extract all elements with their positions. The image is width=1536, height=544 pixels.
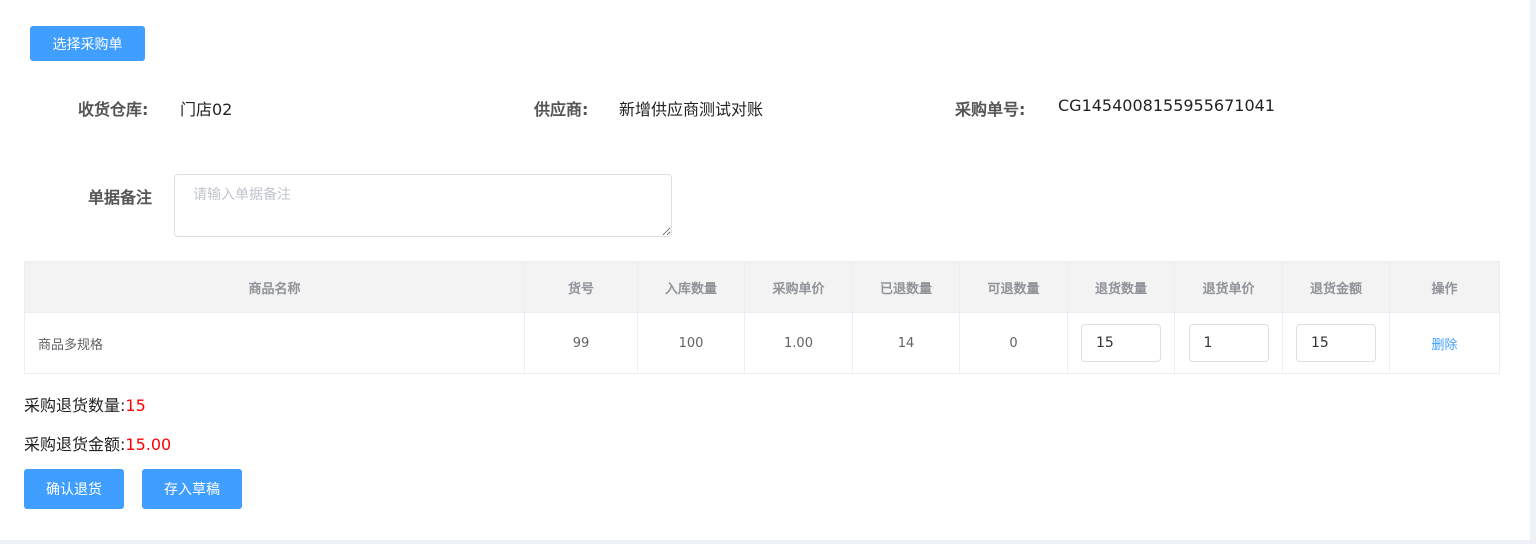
- summary-return-amount: 采购退货金额:15.00: [24, 431, 171, 455]
- supplier-value: 新增供应商测试对账: [619, 100, 764, 119]
- header-returnable-qty: 可退数量: [959, 261, 1068, 313]
- header-product-name: 商品名称: [24, 261, 525, 313]
- summary-amount-label: 采购退货金额:: [24, 435, 126, 454]
- header-unit-price: 采购单价: [744, 261, 853, 313]
- confirm-return-button[interactable]: 确认退货: [24, 469, 124, 509]
- cell-sku: 99: [524, 312, 638, 374]
- summary-amount-value: 15.00: [125, 435, 172, 454]
- return-qty-input[interactable]: [1081, 324, 1161, 362]
- page-bottom-border: [0, 540, 1536, 544]
- cell-product-name: 商品多规格: [24, 312, 525, 374]
- goods-table: 商品名称 货号 入库数量 采购单价 已退数量 可退数量 退货数量 退货单价 退货…: [24, 261, 1500, 374]
- order-no-value: CG1454008155955671041: [1058, 96, 1275, 115]
- return-price-input[interactable]: [1188, 324, 1269, 362]
- header-return-price: 退货单价: [1174, 261, 1283, 313]
- header-return-qty: 退货数量: [1067, 261, 1175, 313]
- header-returned-qty: 已退数量: [852, 261, 960, 313]
- supplier-label: 供应商:: [534, 100, 589, 119]
- select-purchase-order-button[interactable]: 选择采购单: [30, 26, 145, 61]
- remark-textarea[interactable]: [174, 174, 672, 237]
- remark-label: 单据备注: [88, 188, 153, 207]
- cell-in-qty: 100: [637, 312, 745, 374]
- header-sku: 货号: [524, 261, 638, 313]
- table-row: 商品多规格 99 100 1.00 14 0 删除: [24, 312, 1500, 374]
- warehouse-value: 门店02: [180, 100, 233, 119]
- header-in-qty: 入库数量: [637, 261, 745, 313]
- cell-returned-qty: 14: [852, 312, 960, 374]
- summary-qty-value: 15: [125, 396, 146, 415]
- header-return-amount: 退货金额: [1282, 261, 1390, 313]
- summary-return-qty: 采购退货数量:15: [24, 392, 146, 416]
- cell-return-price: [1174, 312, 1283, 374]
- page-scrollbar-track: [1530, 0, 1536, 544]
- cell-unit-price: 1.00: [744, 312, 853, 374]
- delete-link[interactable]: 删除: [1431, 338, 1457, 353]
- cell-return-qty: [1067, 312, 1175, 374]
- return-amount-input[interactable]: [1296, 324, 1376, 362]
- cell-action: 删除: [1389, 312, 1500, 374]
- warehouse-label: 收货仓库:: [78, 100, 149, 119]
- save-draft-button[interactable]: 存入草稿: [142, 469, 242, 509]
- summary-qty-label: 采购退货数量:: [24, 396, 126, 415]
- table-header-row: 商品名称 货号 入库数量 采购单价 已退数量 可退数量 退货数量 退货单价 退货…: [24, 261, 1500, 313]
- header-action: 操作: [1389, 261, 1500, 313]
- cell-returnable-qty: 0: [959, 312, 1068, 374]
- order-no-label: 采购单号:: [955, 100, 1026, 119]
- cell-return-amount: [1282, 312, 1390, 374]
